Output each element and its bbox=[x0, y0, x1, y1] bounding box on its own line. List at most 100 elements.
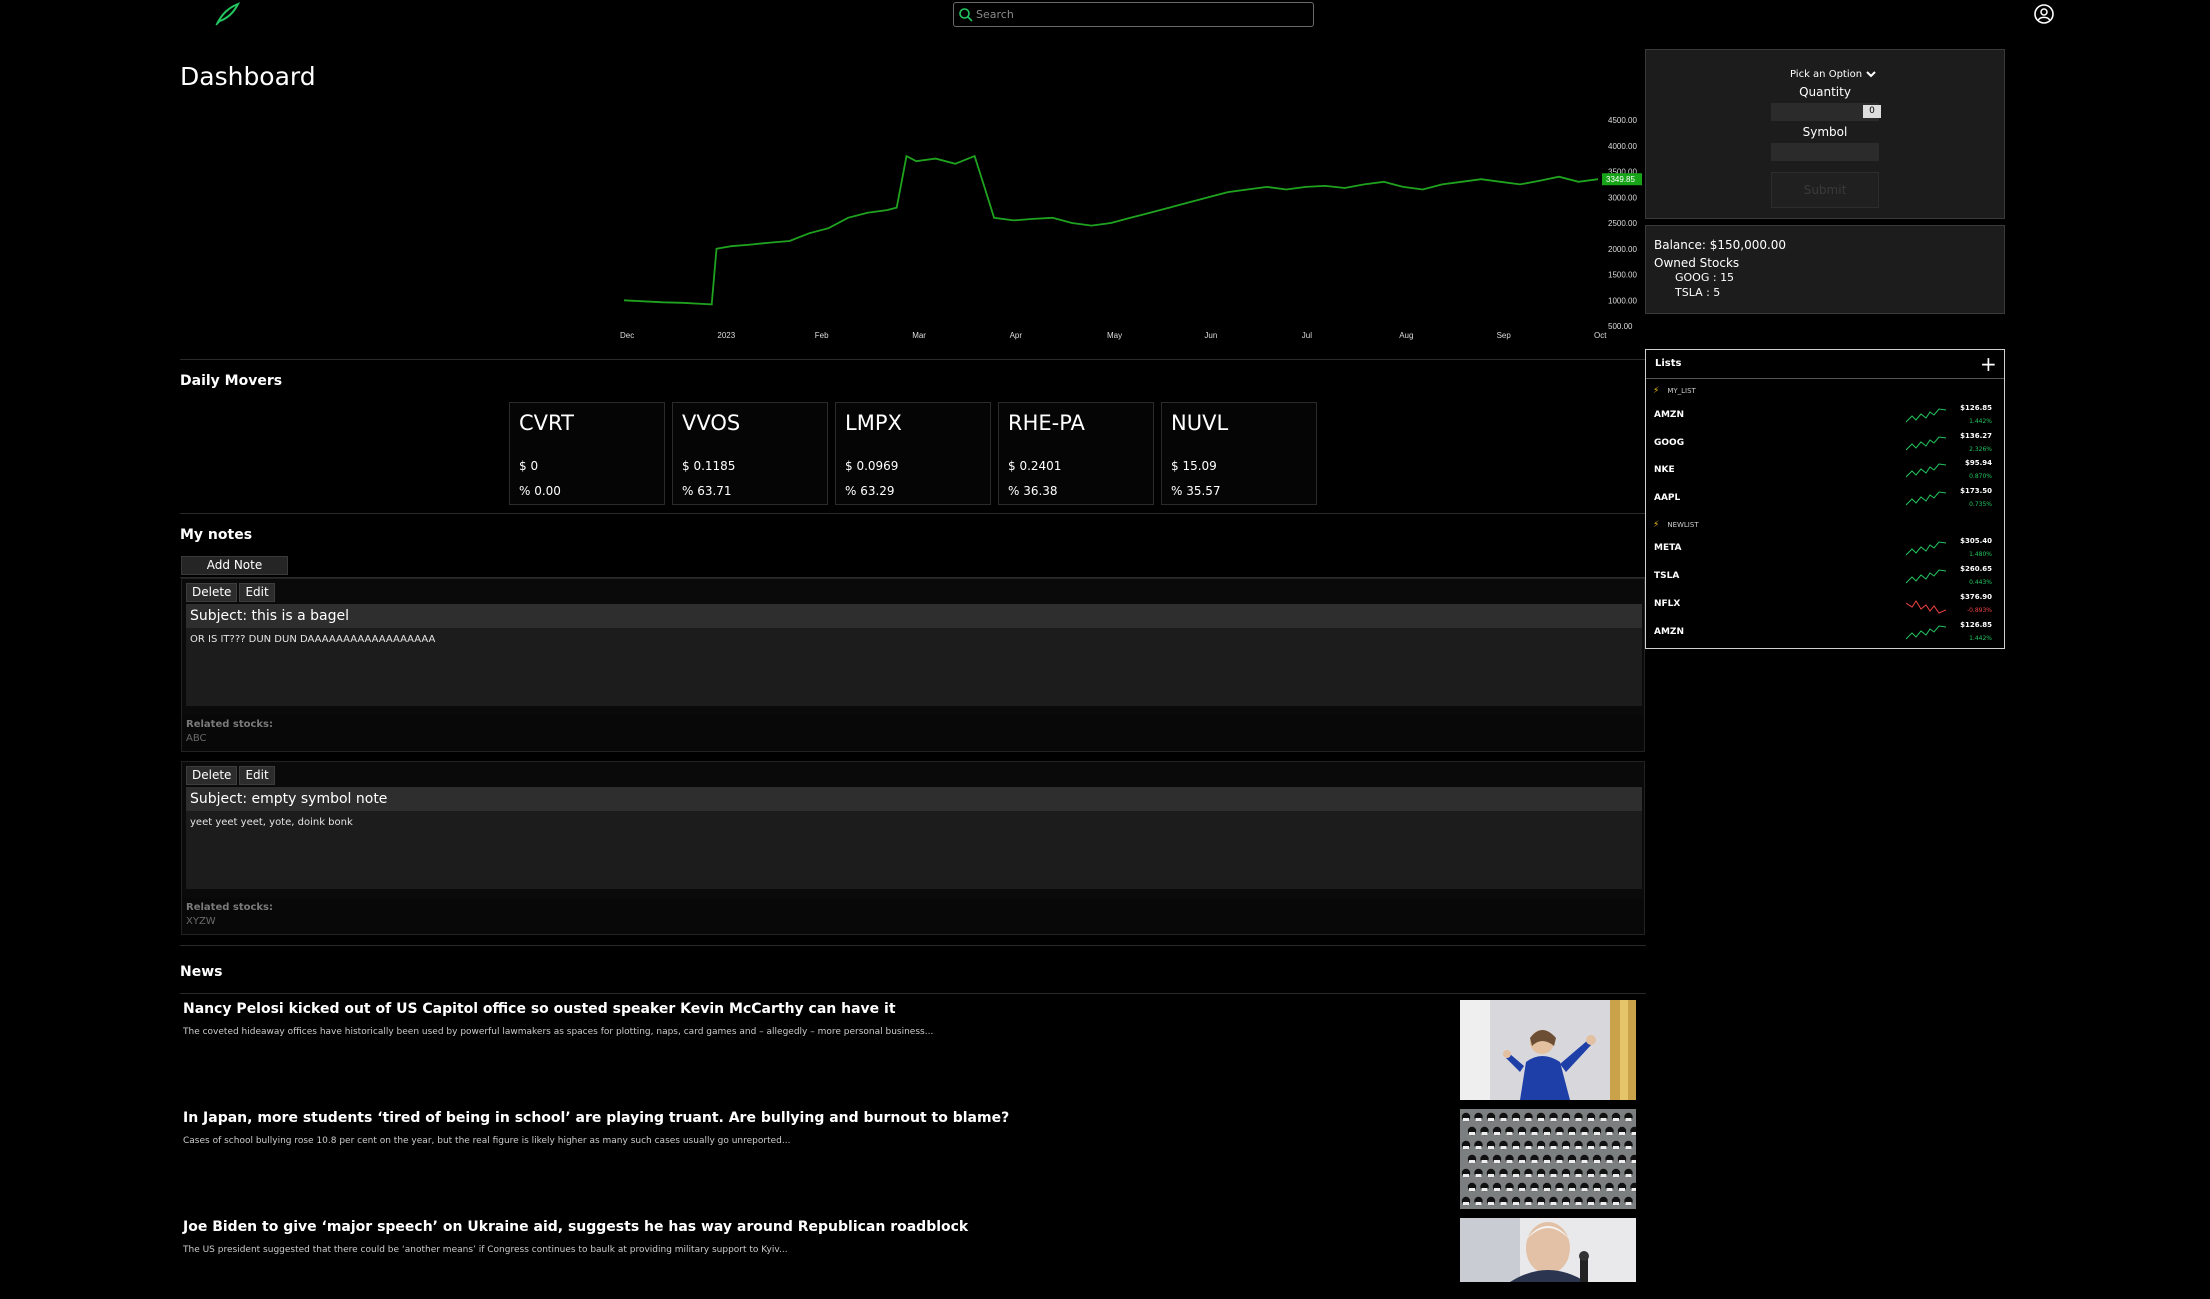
student-mask bbox=[1613, 1174, 1619, 1177]
list-stock-row[interactable]: GOOG $136.27 2.326% bbox=[1646, 432, 2004, 458]
student-mask bbox=[1463, 1202, 1469, 1205]
student-mask bbox=[1563, 1146, 1569, 1149]
student-mask bbox=[1563, 1174, 1569, 1177]
student-mask bbox=[1506, 1188, 1513, 1191]
sparkline-line bbox=[1906, 408, 1946, 423]
balance-panel: Balance: $150,000.00 Owned Stocks GOOG :… bbox=[1645, 225, 2005, 314]
students-photo-image[interactable] bbox=[1460, 1109, 1636, 1209]
student-mask bbox=[1469, 1132, 1475, 1135]
list-name-label: NEWLIST bbox=[1667, 521, 1699, 529]
submit-order-button[interactable]: Submit bbox=[1771, 172, 1879, 208]
mover-card[interactable]: CVRT $ 0 % 0.00 bbox=[509, 402, 665, 505]
list-stock-row[interactable]: NKE $95.94 0.870% bbox=[1646, 459, 2004, 485]
top-bar bbox=[0, 0, 2210, 30]
mover-card[interactable]: RHE-PA $ 0.2401 % 36.38 bbox=[998, 402, 1154, 505]
news-headline[interactable]: In Japan, more students ‘tired of being … bbox=[183, 1110, 1009, 1126]
bolt-icon: ⚡ bbox=[1653, 386, 1660, 396]
page-title: Dashboard bbox=[180, 62, 316, 91]
sparkline-chart bbox=[1906, 463, 1946, 478]
student-mask bbox=[1481, 1188, 1488, 1191]
mover-percent: % 0.00 bbox=[519, 484, 561, 498]
divider bbox=[180, 993, 1646, 994]
x-tick-label: Feb bbox=[815, 331, 829, 340]
account-icon[interactable] bbox=[2033, 3, 2055, 25]
news-title: News bbox=[180, 964, 223, 980]
student-mask bbox=[1538, 1174, 1544, 1177]
student-mask bbox=[1481, 1132, 1488, 1135]
list-stock-row[interactable]: NFLX $376.90 -0.893% bbox=[1646, 593, 2004, 619]
student-mask bbox=[1581, 1160, 1588, 1163]
mover-card[interactable]: VVOS $ 0.1185 % 63.71 bbox=[672, 402, 828, 505]
student-mask bbox=[1575, 1146, 1582, 1149]
related-stocks-bar bbox=[182, 898, 1644, 934]
sparkline-line bbox=[1906, 463, 1946, 478]
student-mask bbox=[1544, 1132, 1550, 1135]
list-name-label: MY_LIST bbox=[1667, 387, 1696, 395]
stock-change: -0.893% bbox=[1966, 607, 1992, 614]
list-stock-row[interactable]: AMZN $126.85 1.442% bbox=[1646, 404, 2004, 430]
mover-symbol: LMPX bbox=[845, 411, 902, 435]
stock-change: 0.735% bbox=[1969, 501, 1992, 508]
owned-stocks-label: Owned Stocks bbox=[1654, 256, 1740, 270]
mover-price: $ 15.09 bbox=[1171, 459, 1217, 473]
stock-price: $136.27 bbox=[1960, 432, 1992, 440]
student-mask bbox=[1481, 1160, 1488, 1163]
student-mask bbox=[1525, 1146, 1532, 1149]
student-mask bbox=[1500, 1174, 1507, 1177]
x-tick-label: Jun bbox=[1204, 331, 1217, 340]
student-mask bbox=[1588, 1118, 1594, 1121]
student-mask bbox=[1619, 1160, 1625, 1163]
symbol-field[interactable] bbox=[1771, 143, 1879, 161]
quantity-value[interactable]: 0 bbox=[1863, 105, 1881, 118]
student-mask bbox=[1625, 1118, 1632, 1121]
news-headline[interactable]: Nancy Pelosi kicked out of US Capitol of… bbox=[183, 1001, 896, 1017]
list-stock-row[interactable]: META $305.40 1.480% bbox=[1646, 537, 2004, 563]
leaf-logo-icon[interactable] bbox=[214, 2, 240, 26]
student-mask bbox=[1569, 1160, 1575, 1163]
student-mask bbox=[1538, 1202, 1544, 1205]
list-stock-row[interactable]: TSLA $260.65 0.443% bbox=[1646, 565, 2004, 591]
list-stock-row[interactable]: AAPL $173.50 0.735% bbox=[1646, 487, 2004, 513]
news-headline[interactable]: Joe Biden to give ‘major speech’ on Ukra… bbox=[183, 1219, 968, 1235]
student-mask bbox=[1475, 1118, 1482, 1121]
student-mask bbox=[1544, 1160, 1550, 1163]
student-mask bbox=[1631, 1188, 1636, 1191]
student-mask bbox=[1525, 1202, 1532, 1205]
student-mask bbox=[1556, 1188, 1563, 1191]
stock-ticker: AMZN bbox=[1654, 410, 1684, 420]
student-mask bbox=[1500, 1146, 1507, 1149]
watchlists-panel: Lists + ⚡ MY_LIST AMZN $126.85 1.442% GOO… bbox=[1645, 349, 2005, 649]
student-mask bbox=[1619, 1188, 1625, 1191]
stock-ticker: META bbox=[1654, 543, 1682, 553]
student-mask bbox=[1463, 1174, 1469, 1177]
pelosi-photo-image[interactable] bbox=[1460, 1000, 1636, 1100]
stock-ticker: GOOG bbox=[1654, 438, 1685, 448]
delete-note-button[interactable]: Delete bbox=[186, 766, 238, 785]
list-stock-row[interactable]: AMZN $126.85 1.442% bbox=[1646, 621, 2004, 647]
edit-note-button[interactable]: Edit bbox=[239, 583, 275, 602]
plus-icon[interactable]: + bbox=[1980, 352, 1997, 376]
stock-price: $173.50 bbox=[1960, 487, 1992, 495]
notes-title: My notes bbox=[180, 527, 253, 543]
mover-card[interactable]: NUVL $ 15.09 % 35.57 bbox=[1161, 402, 1317, 505]
biden-photo-image[interactable] bbox=[1460, 1218, 1636, 1282]
edit-note-button[interactable]: Edit bbox=[239, 766, 275, 785]
list-name[interactable]: ⚡ MY_LIST bbox=[1653, 386, 1696, 396]
order-type-select[interactable]: Pick an Option bbox=[1786, 66, 1879, 82]
mover-card[interactable]: LMPX $ 0.0969 % 63.29 bbox=[835, 402, 991, 505]
mover-price: $ 0.0969 bbox=[845, 459, 899, 473]
student-mask bbox=[1631, 1160, 1636, 1163]
student-mask bbox=[1556, 1132, 1563, 1135]
sparkline-chart bbox=[1906, 569, 1946, 584]
search-input[interactable] bbox=[976, 4, 1306, 25]
student-mask bbox=[1519, 1160, 1525, 1163]
y-tick-label: 1000.00 bbox=[1608, 296, 1637, 305]
student-mask bbox=[1575, 1118, 1582, 1121]
delete-note-button[interactable]: Delete bbox=[186, 583, 238, 602]
add-note-button[interactable]: Add Note bbox=[181, 556, 288, 575]
student-mask bbox=[1563, 1202, 1569, 1205]
y-tick-label: 2500.00 bbox=[1608, 219, 1637, 228]
related-stocks-value: ABC bbox=[186, 733, 207, 744]
student-mask bbox=[1606, 1160, 1613, 1163]
list-name[interactable]: ⚡ NEWLIST bbox=[1653, 520, 1699, 530]
